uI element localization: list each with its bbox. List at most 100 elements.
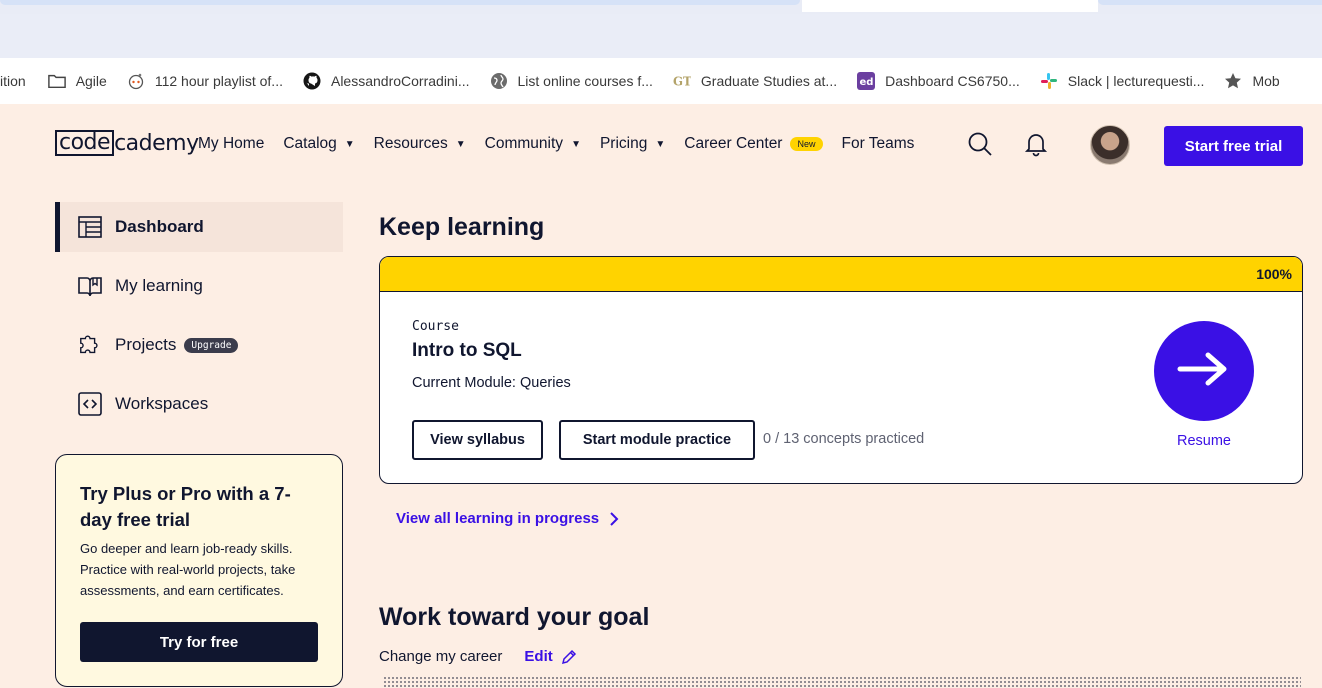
concepts-practiced: 0 / 13 concepts practiced — [763, 431, 925, 447]
main-nav: My Home Catalog ▼ Resources ▼ Community ▼ P… — [198, 135, 933, 153]
bookmark-label: List online courses f... — [517, 73, 653, 89]
logo-rest: cademy — [114, 130, 199, 156]
bookmarks-bar: ition Agile 112 hour playlist of... Ales… — [0, 58, 1322, 104]
edit-goal-link[interactable]: Edit — [524, 648, 576, 665]
new-badge: New — [790, 137, 823, 151]
nav-label: My Home — [198, 135, 265, 152]
goal-row: Change my career Edit — [379, 648, 577, 665]
sidebar-item-dashboard[interactable]: Dashboard — [55, 202, 343, 252]
nav-for-teams[interactable]: For Teams — [842, 135, 915, 153]
reddit-icon — [127, 72, 145, 90]
sidebar-item-label: Dashboard — [115, 217, 204, 236]
svg-text:ed: ed — [860, 77, 874, 88]
nav-label: For Teams — [841, 135, 915, 152]
bookmark-label: Dashboard CS6750... — [885, 73, 1020, 89]
resume-button[interactable] — [1154, 321, 1254, 421]
goal-text: Change my career — [379, 648, 503, 665]
code-brackets-icon — [78, 392, 102, 416]
browser-tab[interactable] — [1098, 0, 1322, 5]
nav-community[interactable]: Community ▼ — [485, 135, 581, 153]
resume-link[interactable]: Resume — [1154, 433, 1254, 449]
bookmark-label: Agile — [75, 73, 107, 89]
course-progress-bar: 100% — [380, 257, 1302, 292]
course-title: Intro to SQL — [412, 340, 522, 361]
try-for-free-button[interactable]: Try for free — [80, 622, 318, 662]
chevron-right-icon — [609, 511, 619, 527]
progress-percent: 100% — [1256, 266, 1292, 282]
bookmark-item[interactable]: Slack | lecturequesti... — [1040, 72, 1205, 90]
free-trial-promo: Try Plus or Pro with a 7-day free trial … — [55, 454, 343, 687]
nav-resources[interactable]: Resources ▼ — [374, 135, 466, 153]
gt-icon: GT — [673, 72, 691, 90]
bookmark-item[interactable]: 112 hour playlist of... — [127, 72, 283, 90]
logo-code: code — [55, 130, 115, 156]
address-bar[interactable] — [0, 14, 1322, 58]
sidebar-item-my-learning[interactable]: My learning — [55, 261, 343, 311]
book-icon — [78, 274, 102, 298]
caret-down-icon: ▼ — [455, 138, 466, 150]
notifications-button[interactable] — [1022, 132, 1050, 160]
bookmark-item[interactable]: Mob — [1224, 72, 1280, 90]
bell-icon — [1024, 131, 1048, 162]
current-module: Current Module: Queries — [412, 375, 571, 391]
pencil-icon — [561, 649, 577, 665]
nav-catalog[interactable]: Catalog ▼ — [283, 135, 354, 153]
keep-learning-heading: Keep learning — [379, 213, 545, 241]
nav-pricing[interactable]: Pricing ▼ — [600, 135, 665, 153]
goal-progress-dots — [383, 676, 1301, 688]
promo-title: Try Plus or Pro with a 7-day free trial — [80, 483, 291, 530]
bookmark-item[interactable]: List online courses f... — [490, 72, 653, 90]
course-type-label: Course — [412, 319, 459, 334]
start-free-trial-button[interactable]: Start free trial — [1164, 126, 1303, 166]
slack-icon — [1040, 72, 1058, 90]
github-icon — [303, 72, 321, 90]
puzzle-icon — [78, 333, 102, 357]
bookmark-label: Mob — [1252, 73, 1280, 89]
work-toward-goal-heading: Work toward your goal — [379, 603, 650, 631]
view-all-label: View all learning in progress — [396, 510, 600, 527]
bookmark-label: Slack | lecturequesti... — [1067, 73, 1205, 89]
browser-tab-active[interactable] — [802, 0, 1098, 12]
dashboard-icon — [78, 215, 102, 239]
promo-body: Go deeper and learn job-ready skills. Pr… — [80, 541, 296, 598]
start-module-practice-button[interactable]: Start module practice — [559, 420, 755, 460]
sidebar-item-label: My learning — [115, 276, 203, 295]
nav-my-home[interactable]: My Home — [198, 135, 264, 153]
bookmark-label: AlessandroCorradini... — [330, 73, 470, 89]
browser-tab-strip — [0, 0, 1322, 14]
svg-text:GT: GT — [673, 75, 691, 89]
nav-label: Career Center — [684, 135, 783, 152]
arrow-right-icon — [1176, 349, 1232, 394]
search-icon — [967, 131, 993, 162]
star-icon — [1224, 72, 1242, 90]
avatar[interactable] — [1090, 125, 1130, 165]
progress-fill — [380, 257, 1302, 291]
browser-tab[interactable] — [0, 0, 800, 5]
view-syllabus-button[interactable]: View syllabus — [412, 420, 543, 460]
view-all-learning-link[interactable]: View all learning in progress — [396, 510, 619, 527]
nav-label: Community — [484, 135, 564, 152]
nav-label: Resources — [373, 135, 448, 152]
bookmark-label: 112 hour playlist of... — [154, 73, 283, 89]
caret-down-icon: ▼ — [344, 138, 355, 150]
course-card: 100% Course Intro to SQL Current Module:… — [379, 256, 1303, 484]
codecademy-logo[interactable]: code cademy — [55, 129, 199, 157]
bookmark-item[interactable]: ed Dashboard CS6750... — [857, 72, 1020, 90]
sidebar-item-label: Projects — [115, 335, 177, 354]
bookmark-label: ition — [0, 73, 26, 89]
sidebar-item-workspaces[interactable]: Workspaces — [55, 379, 343, 429]
bookmark-item[interactable]: AlessandroCorradini... — [303, 72, 470, 90]
bookmark-item[interactable]: GT Graduate Studies at... — [673, 72, 837, 90]
bookmark-label: Graduate Studies at... — [700, 73, 838, 89]
ed-icon: ed — [857, 72, 876, 90]
folder-icon — [47, 72, 66, 90]
search-button[interactable] — [966, 132, 994, 160]
bookmark-folder-agile[interactable]: Agile — [47, 72, 107, 90]
sidebar-item-label: Workspaces — [115, 394, 209, 413]
sidebar-item-projects[interactable]: Projects Upgrade — [55, 320, 343, 370]
caret-down-icon: ▼ — [571, 138, 581, 150]
nav-label: Pricing — [599, 135, 648, 152]
bookmark-item[interactable]: ition — [0, 73, 26, 89]
nav-career-center[interactable]: Career Center New — [684, 135, 823, 153]
globe-icon — [490, 72, 508, 90]
